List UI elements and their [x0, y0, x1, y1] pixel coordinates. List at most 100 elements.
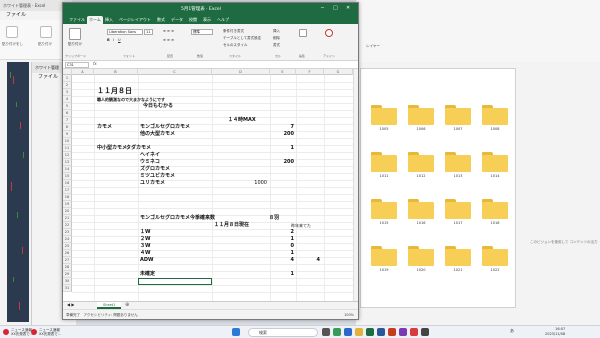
- folder-item[interactable]: 1017: [445, 199, 471, 225]
- row-header[interactable]: 26: [63, 250, 72, 257]
- row-header[interactable]: 11: [63, 145, 72, 152]
- folder-item[interactable]: 1005: [371, 105, 397, 131]
- app-icon[interactable]: [333, 328, 341, 336]
- row-header[interactable]: 23: [63, 229, 72, 236]
- cell-e24[interactable]: 0: [270, 243, 294, 250]
- row-header[interactable]: 20: [63, 208, 72, 215]
- cell-e25[interactable]: 1: [270, 250, 294, 257]
- tab-formulas[interactable]: 数式: [155, 16, 167, 24]
- sheet-nav-icon[interactable]: ◀ ▶: [67, 302, 74, 307]
- cell-c10[interactable]: タダカモメ: [126, 145, 151, 152]
- tab-file[interactable]: ファイル: [67, 16, 87, 24]
- column-header[interactable]: A: [72, 69, 94, 75]
- zoom-level[interactable]: 100%: [344, 310, 354, 320]
- paste-icon[interactable]: [6, 26, 18, 38]
- cell-e28[interactable]: 1: [270, 271, 294, 278]
- tab-view[interactable]: 表示: [201, 16, 213, 24]
- column-header[interactable]: E: [270, 69, 296, 75]
- cell-f26[interactable]: 4: [296, 257, 320, 264]
- bold-icon[interactable]: B: [107, 38, 110, 42]
- folder-item[interactable]: 1020: [408, 246, 434, 272]
- row-header[interactable]: 2: [63, 82, 72, 89]
- explorer-icon[interactable]: [355, 328, 363, 336]
- cell-c14[interactable]: ミツユビカモメ: [140, 173, 175, 180]
- fx-icon[interactable]: fx: [93, 61, 97, 66]
- edge-icon[interactable]: [344, 328, 352, 336]
- cell-e8[interactable]: 200: [270, 131, 294, 138]
- cell-b10[interactable]: 中小型カモメ: [97, 145, 127, 152]
- folder-item[interactable]: 1016: [408, 199, 434, 225]
- align-icon[interactable]: ≡ ≡ ≡: [163, 38, 174, 42]
- cell-c23[interactable]: ２W: [140, 236, 151, 243]
- column-header[interactable]: G: [324, 69, 353, 75]
- cell-e10[interactable]: 1: [270, 145, 294, 152]
- clock[interactable]: 16:07 2023/11/08: [545, 327, 565, 337]
- taskbar-search-box[interactable]: 検索: [248, 328, 318, 337]
- task-view-icon[interactable]: [322, 328, 330, 336]
- news-icon[interactable]: [3, 329, 9, 335]
- cell-e26[interactable]: 4: [270, 257, 294, 264]
- add-sheet-icon[interactable]: ⊕: [125, 302, 129, 308]
- minimize-icon[interactable]: ─: [321, 5, 324, 11]
- row-header[interactable]: 24: [63, 236, 72, 243]
- word-icon[interactable]: [377, 328, 385, 336]
- row-header[interactable]: 28: [63, 264, 72, 271]
- ime-indicator[interactable]: あ: [510, 328, 514, 334]
- cell-c4[interactable]: 今日もむかる: [143, 103, 173, 110]
- folder-item[interactable]: 1018: [482, 199, 508, 225]
- row-header[interactable]: 8: [63, 124, 72, 131]
- cell-c26[interactable]: ADW: [140, 257, 154, 264]
- row-header[interactable]: 7: [63, 117, 72, 124]
- cell-c25[interactable]: ４W: [140, 250, 151, 257]
- row-header[interactable]: 13: [63, 159, 72, 166]
- font-size-select[interactable]: 11: [144, 29, 153, 35]
- cell-c24[interactable]: ３W: [140, 243, 151, 250]
- app-icon[interactable]: [410, 328, 418, 336]
- start-icon[interactable]: [232, 328, 240, 336]
- cell-c8[interactable]: 他の大型カモメ: [140, 131, 175, 138]
- tab-review[interactable]: 校閲: [187, 16, 199, 24]
- folder-item[interactable]: 1014: [482, 152, 508, 178]
- font-name-select[interactable]: Liberation Sans: [107, 29, 143, 35]
- underline-icon[interactable]: U: [118, 38, 121, 42]
- cell-c7[interactable]: モンゴルセグロカモメ: [140, 124, 190, 131]
- row-header[interactable]: 27: [63, 257, 72, 264]
- cell-c11[interactable]: ヘイネイ: [140, 152, 160, 159]
- row-header[interactable]: 17: [63, 187, 72, 194]
- row-header[interactable]: 9: [63, 131, 72, 138]
- number-format-select[interactable]: 標準: [191, 29, 213, 35]
- row-header[interactable]: 29: [63, 271, 72, 278]
- cell-b7[interactable]: カモメ: [97, 124, 112, 131]
- row-header[interactable]: 14: [63, 166, 72, 173]
- folder-item[interactable]: 1006: [408, 105, 434, 131]
- sheet-tab-sheet1[interactable]: Sheet1: [97, 302, 122, 309]
- worksheet-grid[interactable]: A B C D E F G 1 2 3 4 5 6 7 8 9 10 11 12 13 14 15 16 17 1…: [63, 69, 353, 301]
- folder-item[interactable]: 1011: [371, 152, 397, 178]
- cell-d21[interactable]: １１月８日現在: [214, 222, 249, 229]
- paste-icon[interactable]: [69, 28, 81, 40]
- cell-c22[interactable]: １W: [140, 229, 151, 236]
- row-header[interactable]: 4: [63, 96, 72, 103]
- folder-item[interactable]: 1021: [445, 246, 471, 272]
- row-header[interactable]: 18: [63, 194, 72, 201]
- cell-styles-button[interactable]: セルのスタイル: [223, 43, 248, 48]
- row-header[interactable]: 16: [63, 180, 72, 187]
- insert-cells-button[interactable]: 挿入: [273, 29, 280, 34]
- tab-page-layout[interactable]: ページレイアウト: [117, 16, 153, 24]
- folder-item[interactable]: 1012: [408, 152, 434, 178]
- folder-item[interactable]: 1007: [445, 105, 471, 131]
- cell-c20[interactable]: モンゴルセグロカモメ今季確来数: [140, 215, 215, 222]
- selected-cell-cursor[interactable]: [138, 278, 212, 285]
- row-header[interactable]: 10: [63, 138, 72, 145]
- folder-item[interactable]: 1019: [371, 246, 397, 272]
- news-widget[interactable]: ニュース速報 XX氏発表で…: [11, 328, 33, 336]
- cell-e12[interactable]: 200: [270, 159, 294, 166]
- addin-icon[interactable]: [325, 29, 333, 37]
- row-header[interactable]: 12: [63, 152, 72, 159]
- column-header[interactable]: B: [94, 69, 138, 75]
- folder-item[interactable]: 1013: [445, 152, 471, 178]
- tab-help[interactable]: ヘルプ: [215, 16, 231, 24]
- folder-item[interactable]: 1008: [482, 105, 508, 131]
- cell-d6[interactable]: １４時MAX: [228, 117, 256, 124]
- row-header[interactable]: 21: [63, 215, 72, 222]
